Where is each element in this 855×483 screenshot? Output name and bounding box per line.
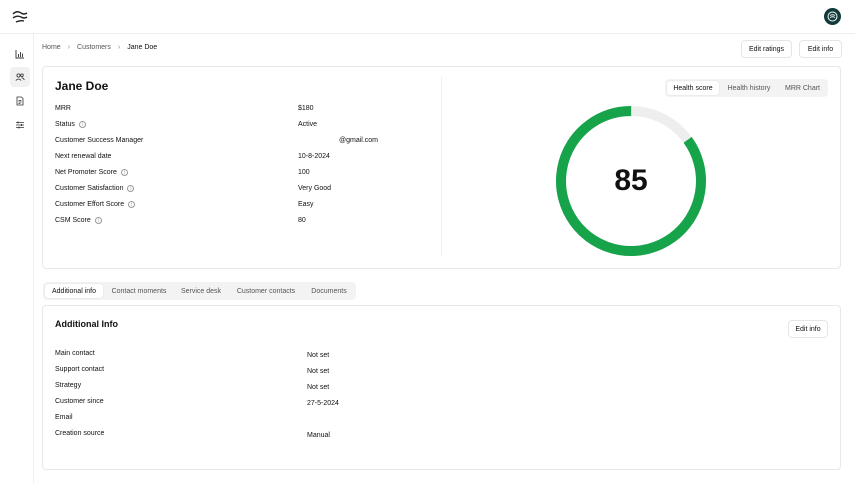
- health-score-value: 85: [614, 164, 648, 197]
- sidebar-item-dashboard[interactable]: [10, 44, 30, 64]
- bar-chart-icon: [15, 50, 24, 59]
- edit-info-button[interactable]: Edit info: [788, 320, 828, 338]
- row-label-csm-score: CSM Score i: [55, 217, 102, 224]
- label-text: Status: [55, 121, 75, 128]
- tab-customer-contacts[interactable]: Customer contacts: [229, 284, 303, 298]
- detail-tabs: Additional info Contact moments Service …: [43, 282, 356, 300]
- edit-info-button[interactable]: Edit info: [799, 40, 842, 58]
- info-icon[interactable]: i: [78, 121, 86, 128]
- row-label-nps: Net Promoter Score i: [55, 169, 128, 176]
- row-value-ces: Easy: [298, 201, 314, 208]
- tab-documents[interactable]: Documents: [305, 284, 353, 298]
- row-value-csm-score: 80: [298, 217, 306, 224]
- info-label-customer-since: Customer since: [55, 398, 104, 405]
- info-label-support-contact: Support contact: [55, 366, 105, 373]
- chevron-right-icon: ›: [67, 44, 71, 51]
- divider: [441, 77, 442, 256]
- tab-health-history[interactable]: Health history: [721, 81, 777, 95]
- document-icon: [16, 96, 24, 106]
- row-value-csat: Very Good: [298, 185, 332, 192]
- sidebar-item-settings[interactable]: [10, 115, 30, 135]
- users-icon: [15, 73, 25, 81]
- info-value-creation-source: Manual: [307, 432, 330, 439]
- info-value-customer-since: 27-5-2024: [307, 400, 339, 407]
- tab-service-desk[interactable]: Service desk: [175, 284, 227, 298]
- sidebar: [0, 34, 34, 483]
- row-label-csm: Customer Success Manager: [55, 137, 143, 144]
- breadcrumb-current: Jane Doe: [127, 44, 158, 51]
- customer-name: Jane Doe: [55, 79, 109, 93]
- row-value-status: Active: [298, 121, 318, 128]
- tab-health-score[interactable]: Health score: [667, 81, 719, 95]
- row-label-mrr: MRR: [55, 105, 71, 112]
- info-value-strategy: Not set: [307, 384, 330, 391]
- row-value-mrr: $180: [298, 105, 314, 112]
- sidebar-item-documents[interactable]: [10, 91, 30, 111]
- score-view-tabs: Health score Health history MRR Chart: [665, 79, 828, 97]
- sliders-icon: [16, 121, 24, 129]
- top-bar: [0, 0, 855, 34]
- info-icon[interactable]: i: [120, 169, 128, 176]
- info-label-strategy: Strategy: [55, 382, 82, 389]
- sidebar-item-customers[interactable]: [10, 67, 30, 87]
- label-text: Customer Success Manager: [55, 137, 144, 144]
- breadcrumb: Home › Customers › Jane Doe: [42, 44, 157, 51]
- row-value-csm: @gmail.com: [339, 137, 379, 144]
- app-logo-icon[interactable]: [11, 10, 29, 24]
- user-avatar[interactable]: [824, 8, 841, 25]
- row-label-ces: Customer Effort Score i: [55, 201, 136, 208]
- label-text: MRR: [55, 105, 71, 112]
- label-text: Net Promoter Score: [55, 169, 117, 176]
- row-value-nps: 100: [298, 169, 310, 176]
- label-text: Next renewal date: [55, 153, 112, 160]
- info-icon[interactable]: i: [128, 201, 136, 208]
- section-title: Additional Info: [55, 319, 118, 329]
- tab-mrr-chart[interactable]: MRR Chart: [779, 81, 826, 95]
- tab-contact-moments[interactable]: Contact moments: [105, 284, 173, 298]
- chevron-right-icon: ›: [117, 44, 121, 51]
- info-value-support-contact: Not set: [307, 368, 330, 375]
- row-label-status: Status i: [55, 121, 86, 128]
- additional-info-card: [42, 305, 841, 470]
- info-label-main-contact: Main contact: [55, 350, 95, 357]
- tab-additional-info[interactable]: Additional info: [45, 284, 103, 298]
- info-icon[interactable]: i: [94, 217, 102, 224]
- info-label-creation-source: Creation source: [55, 430, 105, 437]
- row-label-renewal: Next renewal date: [55, 153, 111, 160]
- label-text: CSM Score: [55, 217, 91, 224]
- label-text: Customer Satisfaction: [55, 185, 124, 192]
- label-text: Customer Effort Score: [55, 201, 125, 208]
- row-value-renewal: 10-8-2024: [298, 153, 330, 160]
- info-value-main-contact: Not set: [307, 352, 330, 359]
- row-label-csat: Customer Satisfaction i: [55, 185, 135, 192]
- info-icon[interactable]: i: [127, 185, 135, 192]
- breadcrumb-customers[interactable]: Customers: [77, 44, 111, 51]
- info-label-email: Email: [55, 414, 73, 421]
- edit-ratings-button[interactable]: Edit ratings: [741, 40, 792, 58]
- avatar-logo-icon: [827, 11, 838, 22]
- breadcrumb-home[interactable]: Home: [42, 44, 61, 51]
